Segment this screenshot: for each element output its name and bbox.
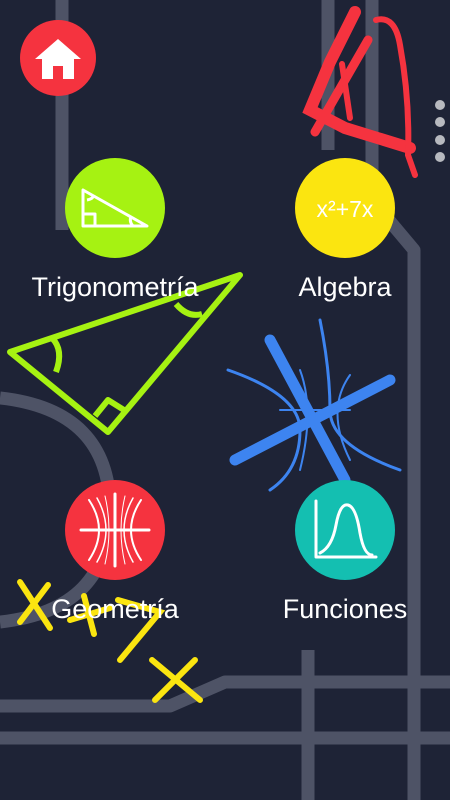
blue-line xyxy=(229,374,396,466)
background-illustration xyxy=(0,0,450,800)
red-scribble xyxy=(339,61,353,121)
topic-algebra[interactable]: x²+7x Algebra xyxy=(245,158,445,303)
topic-geometry[interactable]: Geometría xyxy=(15,480,215,625)
trigonometry-circle xyxy=(65,158,165,258)
topic-label: Trigonometría xyxy=(31,272,199,302)
conic-curves-icon xyxy=(79,492,151,568)
functions-circle xyxy=(295,480,395,580)
home-screen: Trigonometría x²+7x Algebra Geometría Fu… xyxy=(0,0,450,800)
green-triangle-rightangle xyxy=(92,397,126,418)
more-vertical-icon-dot xyxy=(435,117,445,128)
yellow-scribble xyxy=(149,657,203,703)
green-triangle-angle xyxy=(173,301,203,318)
blue-hyperbola xyxy=(226,368,302,492)
more-vertical-icon-dot xyxy=(435,100,445,110)
svg-text:x²+7x: x²+7x xyxy=(317,196,374,222)
green-triangle-angle xyxy=(49,335,63,374)
topic-functions[interactable]: Funciones xyxy=(245,480,445,625)
blue-line xyxy=(264,334,351,486)
more-vertical-icon-dot xyxy=(435,134,445,145)
topic-label: Algebra xyxy=(298,272,392,302)
road-line xyxy=(365,0,421,800)
algebra-circle: x²+7x xyxy=(295,158,395,258)
algebra-expression-icon: x²+7x xyxy=(317,196,374,222)
red-scribble xyxy=(302,6,416,154)
red-scribble xyxy=(310,35,373,137)
overflow-menu-button[interactable] xyxy=(432,100,448,162)
blue-hyperbola xyxy=(299,369,309,471)
topic-label: Funciones xyxy=(282,594,408,624)
red-scribble xyxy=(373,16,418,178)
function-graph-icon xyxy=(314,499,378,559)
blue-hyperbola xyxy=(318,318,402,472)
home-button[interactable] xyxy=(20,20,96,96)
geometry-circle xyxy=(65,480,165,580)
topic-label: Geometría xyxy=(51,594,179,624)
right-triangle-icon xyxy=(81,188,149,228)
topic-trigonometry[interactable]: Trigonometría xyxy=(15,158,215,303)
road-line xyxy=(0,675,450,713)
yellow-scribble xyxy=(152,657,198,703)
home-icon xyxy=(35,39,81,79)
blue-hyperbola xyxy=(336,374,351,461)
